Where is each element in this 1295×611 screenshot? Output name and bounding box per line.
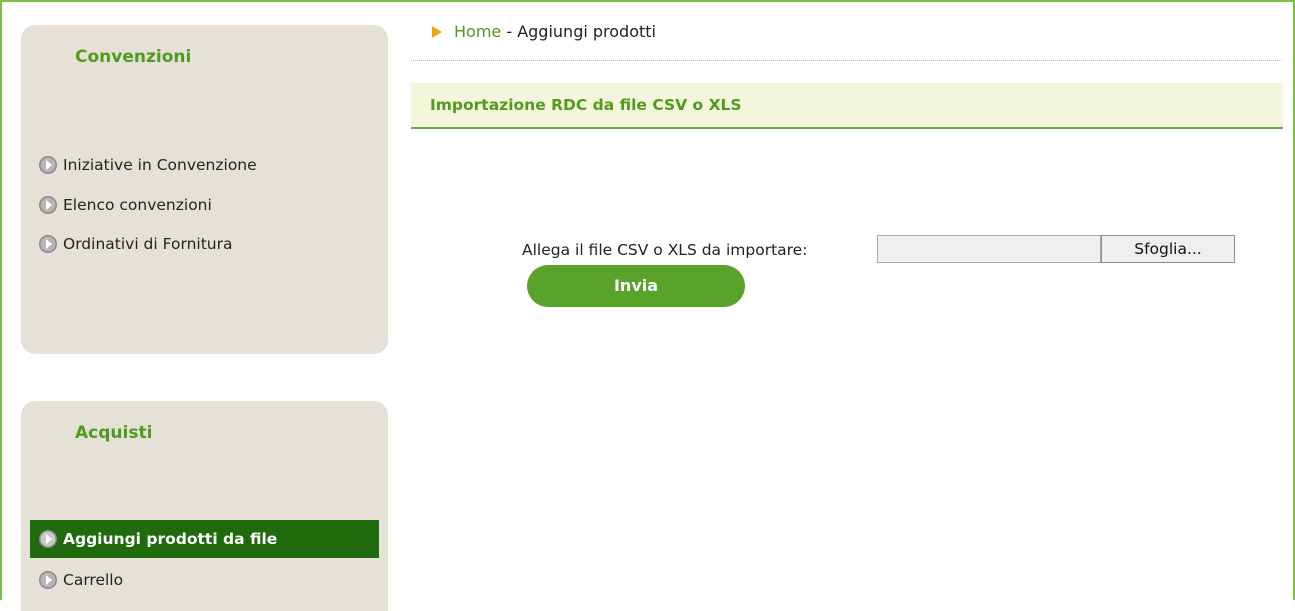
file-upload-label: Allega il file CSV o XLS da importare: [522,241,808,259]
sidebar-title-convenzioni: Convenzioni [75,47,192,67]
sidebar-item-aggiungi-prodotti[interactable]: Aggiungi prodotti da file [30,520,379,558]
circle-arrow-right-icon [39,571,57,589]
circle-arrow-right-icon [39,235,57,253]
breadcrumb-separator: - [501,22,518,41]
breadcrumb: Home - Aggiungi prodotti [432,22,656,41]
breadcrumb-divider [411,60,1282,61]
circle-arrow-right-icon [39,156,57,174]
section-title: Importazione RDC da file CSV o XLS [430,96,742,114]
circle-arrow-right-icon [39,530,57,548]
browse-button[interactable]: Sfoglia... [1101,235,1235,263]
sidebar-item-label: Aggiungi prodotti da file [63,530,278,548]
sidebar-item-carrello[interactable]: Carrello [38,565,123,595]
sidebar-item-label: Elenco convenzioni [63,196,212,214]
sidebar-item-label: Iniziative in Convenzione [63,156,257,174]
sidebar-title-acquisti: Acquisti [75,423,153,443]
breadcrumb-current: Aggiungi prodotti [517,22,656,41]
breadcrumb-home-link[interactable]: Home [454,22,501,41]
sidebar-item-elenco-convenzioni[interactable]: Elenco convenzioni [38,190,212,220]
sidebar-item-ordinativi[interactable]: Ordinativi di Fornitura [38,229,232,259]
circle-arrow-right-icon [39,196,57,214]
submit-button[interactable]: Invia [527,265,745,307]
section-header: Importazione RDC da file CSV o XLS [411,83,1283,129]
file-path-field[interactable] [877,235,1101,263]
triangle-right-icon [432,25,442,38]
sidebar-item-iniziative[interactable]: Iniziative in Convenzione [38,150,257,180]
sidebar-box-acquisti: Acquisti Aggiungi prodotti da file Carre… [21,401,388,611]
sidebar-item-label: Ordinativi di Fornitura [63,235,233,253]
sidebar-item-label: Carrello [63,571,124,589]
sidebar-box-convenzioni: Convenzioni Iniziative in Convenzione El… [21,25,388,354]
